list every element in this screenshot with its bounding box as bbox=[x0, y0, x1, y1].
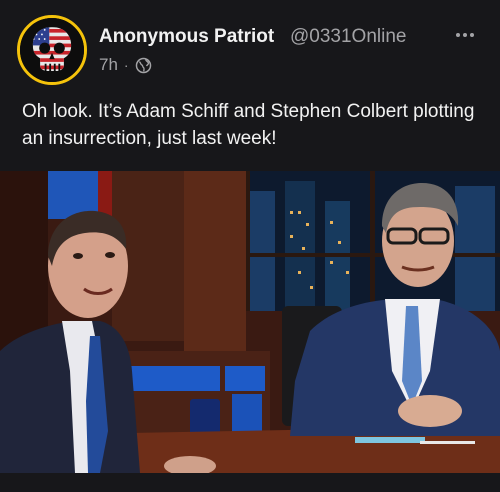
post-photo[interactable] bbox=[0, 171, 500, 473]
author-handle[interactable]: @0331Online bbox=[290, 26, 406, 48]
timestamp[interactable]: 7h bbox=[99, 55, 118, 75]
meta-separator: · bbox=[123, 57, 129, 73]
avatar[interactable] bbox=[17, 15, 87, 85]
talk-show-photo-image bbox=[0, 171, 500, 473]
post-footer-area bbox=[0, 473, 500, 492]
more-options-icon[interactable] bbox=[450, 23, 480, 47]
skull-flag-avatar-icon bbox=[20, 18, 84, 82]
social-post: Anonymous Patriot @0331Online 7h · Oh lo… bbox=[0, 0, 500, 492]
globe-icon bbox=[135, 57, 152, 74]
post-meta: 7h · bbox=[99, 55, 152, 75]
post-text: Oh look. It’s Adam Schiff and Stephen Co… bbox=[22, 101, 475, 149]
author-name[interactable]: Anonymous Patriot bbox=[99, 26, 274, 48]
